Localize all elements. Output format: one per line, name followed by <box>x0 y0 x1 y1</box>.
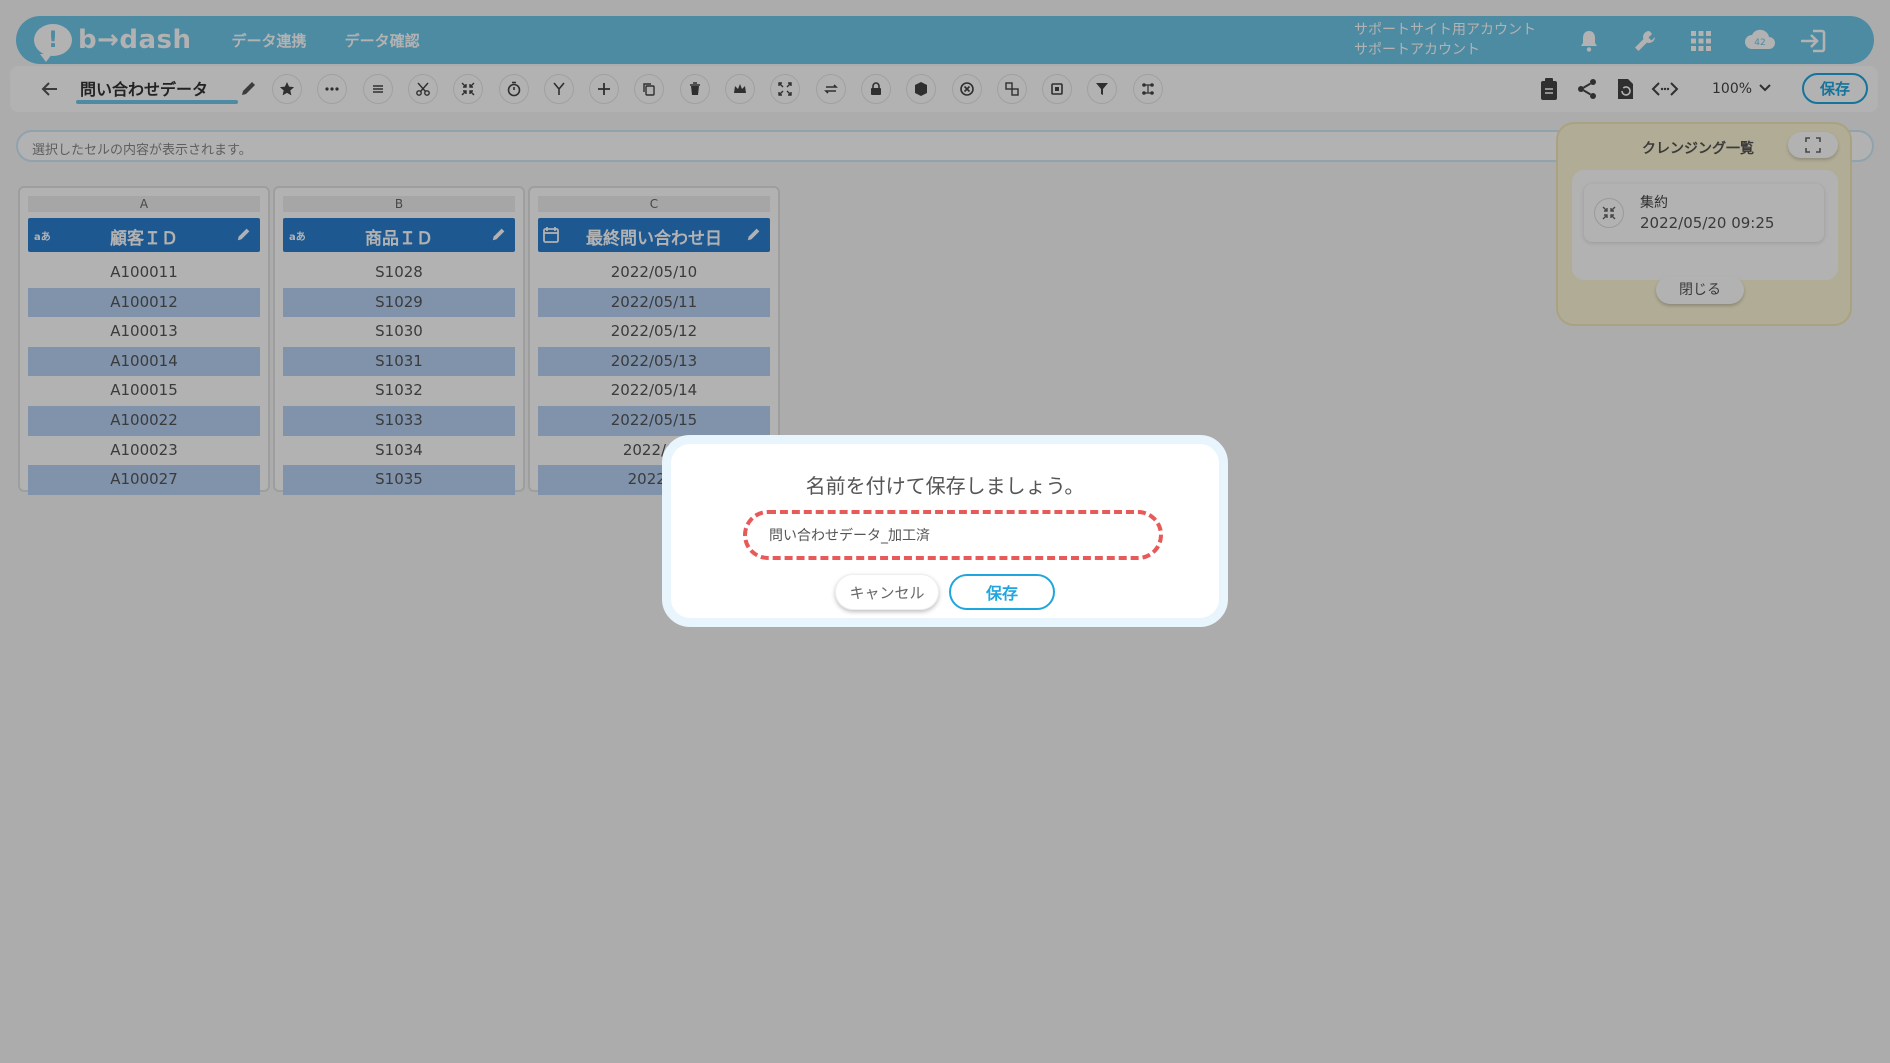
cancel-button[interactable]: キャンセル <box>835 574 939 610</box>
save-name-input[interactable] <box>743 510 1163 560</box>
dialog-save-button[interactable]: 保存 <box>949 574 1055 610</box>
dialog-title: 名前を付けて保存しましょう。 <box>805 474 1085 498</box>
save-dialog: 名前を付けて保存しましょう。 キャンセル 保存 <box>662 435 1228 627</box>
